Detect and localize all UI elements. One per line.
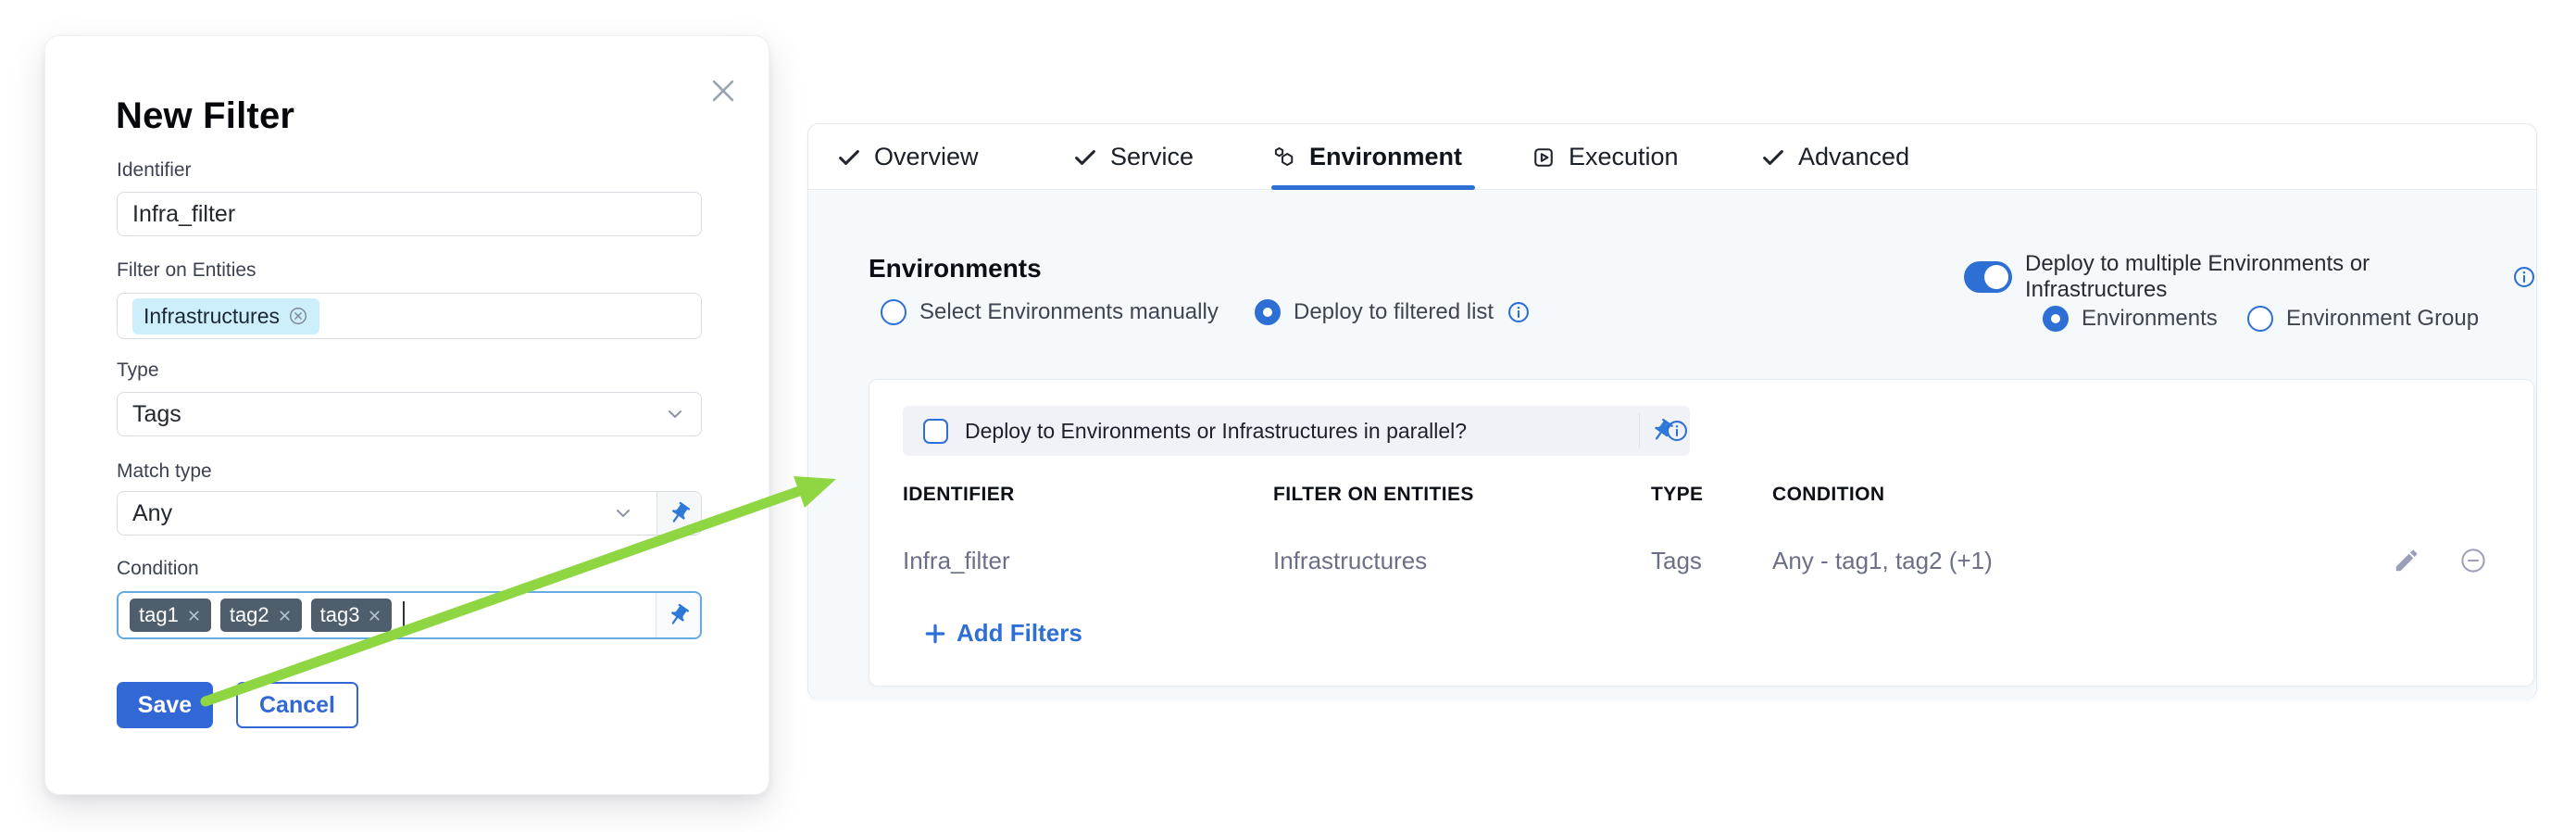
match-type-select[interactable]: Any — [117, 491, 702, 536]
info-icon[interactable] — [1507, 300, 1531, 324]
condition-input[interactable]: tag1 tag2 tag3 — [117, 591, 702, 639]
filters-card: Deploy to Environments or Infrastructure… — [869, 379, 2534, 687]
radio-label: Environments — [2082, 306, 2218, 332]
parallel-checkbox-bar: Deploy to Environments or Infrastructure… — [903, 406, 1690, 456]
type-select[interactable]: Tags — [117, 392, 702, 436]
tag-chip-label: tag3 — [320, 603, 360, 627]
execution-icon — [1531, 145, 1557, 170]
tab-label: Execution — [1569, 143, 1679, 171]
info-icon[interactable] — [1665, 419, 1689, 443]
type-value: Tags — [132, 401, 181, 428]
environments-heading: Environments — [869, 254, 1042, 284]
active-tab-underline — [1271, 185, 1475, 190]
divider — [1639, 413, 1640, 448]
tag-chip: tag2 — [220, 599, 302, 632]
radio-label: Select Environments manually — [919, 299, 1219, 325]
deploy-to-filtered-list-radio[interactable]: Deploy to filtered list — [1255, 299, 1531, 325]
deploy-multiple-toggle[interactable] — [1964, 261, 2012, 293]
plus-icon — [923, 622, 947, 646]
entity-chip-label: Infrastructures — [144, 304, 280, 329]
col-header-condition: CONDITION — [1772, 484, 1884, 506]
tab-advanced[interactable]: Advanced — [1760, 124, 1909, 190]
tab-environment[interactable]: Environment — [1271, 124, 1462, 190]
tag-chip-label: tag2 — [230, 603, 269, 627]
identifier-value: Infra_filter — [132, 201, 235, 228]
type-label: Type — [117, 359, 159, 382]
identifier-label: Identifier — [117, 159, 192, 182]
environment-group-radio[interactable]: Environment Group — [2247, 306, 2479, 332]
entities-input[interactable]: Infrastructures — [117, 293, 702, 339]
chevron-down-icon — [612, 502, 634, 524]
tab-overview[interactable]: Overview — [836, 124, 979, 190]
close-icon[interactable] — [707, 75, 739, 107]
pin-icon — [667, 501, 692, 526]
pin-runtime-button[interactable] — [656, 593, 700, 637]
edit-pencil-icon[interactable] — [2393, 547, 2420, 574]
tab-label: Advanced — [1798, 143, 1909, 171]
parallel-checkbox[interactable] — [923, 419, 948, 444]
modal-title: New Filter — [116, 95, 294, 137]
remove-minus-icon[interactable] — [2459, 547, 2487, 574]
condition-label: Condition — [117, 558, 199, 580]
cancel-button[interactable]: Cancel — [236, 682, 358, 728]
entities-label: Filter on Entities — [117, 259, 256, 282]
stage-tabbar: Overview Service Environment Execution A… — [808, 124, 2536, 190]
environment-icon — [1271, 145, 1297, 170]
match-type-label: Match type — [117, 460, 212, 483]
radio-unselected-icon[interactable] — [2247, 306, 2273, 332]
environment-tab-content: Environments Select Environments manuall… — [808, 191, 2536, 700]
entity-chip: Infrastructures — [132, 298, 319, 334]
check-icon — [1072, 145, 1098, 170]
check-icon — [836, 145, 862, 170]
cell-type: Tags — [1651, 547, 1702, 575]
tag-chip: tag1 — [130, 599, 211, 632]
info-icon[interactable] — [2512, 265, 2536, 289]
text-cursor — [403, 601, 405, 629]
deploy-multiple-toggle-row: Deploy to multiple Environments or Infra… — [1964, 251, 2536, 303]
radio-label: Environment Group — [2286, 306, 2479, 332]
chip-remove-icon[interactable] — [288, 306, 308, 326]
radio-label: Deploy to filtered list — [1294, 299, 1494, 325]
save-button[interactable]: Save — [117, 682, 213, 728]
chip-remove-icon[interactable] — [277, 608, 293, 624]
chip-remove-icon[interactable] — [186, 608, 202, 624]
cell-condition: Any - tag1, tag2 (+1) — [1772, 547, 1993, 575]
add-filters-label: Add Filters — [957, 619, 1082, 648]
tab-label: Service — [1110, 143, 1194, 171]
toggle-knob — [1984, 265, 2008, 289]
tab-label: Environment — [1309, 143, 1462, 171]
cell-entities: Infrastructures — [1273, 547, 1427, 575]
pin-icon — [666, 603, 691, 628]
add-filters-button[interactable]: Add Filters — [923, 619, 1082, 648]
stage-config-panel: Overview Service Environment Execution A… — [807, 123, 2537, 700]
tab-label: Overview — [874, 143, 979, 171]
col-header-identifier: IDENTIFIER — [903, 484, 1015, 506]
select-environments-manually-radio[interactable]: Select Environments manually — [881, 299, 1219, 325]
toggle-label: Deploy to multiple Environments or Infra… — [2025, 251, 2499, 303]
tab-execution[interactable]: Execution — [1531, 124, 1679, 190]
tag-chip-label: tag1 — [139, 603, 179, 627]
tab-service[interactable]: Service — [1072, 124, 1194, 190]
match-type-value: Any — [132, 500, 172, 527]
col-header-entities: FILTER ON ENTITIES — [1273, 484, 1474, 506]
new-filter-modal: New Filter Identifier Infra_filter Filte… — [44, 35, 769, 795]
identifier-input[interactable]: Infra_filter — [117, 192, 702, 236]
col-header-type: TYPE — [1651, 484, 1703, 506]
chip-remove-icon[interactable] — [367, 608, 382, 624]
radio-selected-icon[interactable] — [2043, 306, 2069, 332]
environments-radio[interactable]: Environments — [2043, 306, 2218, 332]
radio-selected-icon[interactable] — [1255, 299, 1281, 325]
pin-runtime-button[interactable] — [657, 492, 701, 535]
cell-identifier: Infra_filter — [903, 547, 1010, 575]
check-icon — [1760, 145, 1786, 170]
tag-chip: tag3 — [311, 599, 393, 632]
parallel-checkbox-label: Deploy to Environments or Infrastructure… — [965, 419, 1467, 444]
radio-unselected-icon[interactable] — [881, 299, 907, 325]
chevron-down-icon — [664, 403, 686, 425]
